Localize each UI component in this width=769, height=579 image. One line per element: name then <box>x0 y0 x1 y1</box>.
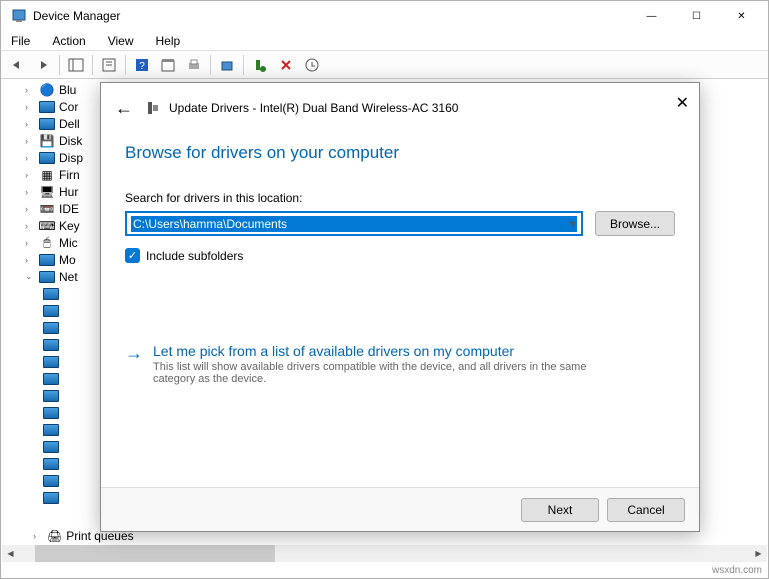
adapter-icon <box>43 424 59 436</box>
enable-icon[interactable] <box>248 53 272 77</box>
adapter-icon <box>43 492 59 504</box>
computer-icon <box>39 99 55 115</box>
printer-icon: 🖨 <box>47 529 62 543</box>
menu-view[interactable]: View <box>104 32 138 50</box>
disk-icon: 💾 <box>39 133 55 149</box>
monitor-icon <box>39 252 55 268</box>
next-button[interactable]: Next <box>521 498 599 522</box>
adapter-icon <box>43 390 59 402</box>
print-icon[interactable] <box>182 53 206 77</box>
update-drivers-dialog: ← Update Drivers - Intel(R) Dual Band Wi… <box>100 82 700 532</box>
disable-icon[interactable] <box>274 53 298 77</box>
adapter-icon <box>43 441 59 453</box>
help-icon[interactable]: ? <box>130 53 154 77</box>
horizontal-scrollbar[interactable]: ◀ ▶ <box>2 545 767 562</box>
adapter-icon <box>43 373 59 385</box>
action-icon[interactable] <box>156 53 180 77</box>
hid-icon: 🖥 <box>39 184 55 200</box>
adapter-icon <box>43 288 59 300</box>
menubar: File Action View Help <box>1 31 768 51</box>
minimize-button[interactable]: — <box>629 1 674 31</box>
menu-file[interactable]: File <box>7 32 34 50</box>
pick-title: Let me pick from a list of available dri… <box>153 343 593 359</box>
dialog-back-button[interactable]: ← <box>115 98 133 119</box>
search-location-label: Search for drivers in this location: <box>125 191 675 205</box>
network-icon <box>39 269 55 285</box>
adapter-icon <box>43 356 59 368</box>
menu-action[interactable]: Action <box>48 32 89 50</box>
menu-help[interactable]: Help <box>152 32 185 50</box>
include-subfolders-checkbox[interactable]: ✓ <box>125 248 140 263</box>
uninstall-icon[interactable] <box>300 53 324 77</box>
svg-text:?: ? <box>139 61 145 72</box>
cancel-button[interactable]: Cancel <box>607 498 685 522</box>
dialog-title: Update Drivers - Intel(R) Dual Band Wire… <box>169 101 458 115</box>
ide-icon: 📼 <box>39 201 55 217</box>
close-button[interactable]: ✕ <box>719 1 764 31</box>
firmware-icon: ▦ <box>39 167 55 183</box>
chevron-down-icon[interactable]: ▼ <box>568 219 577 229</box>
pick-from-list-option[interactable]: → Let me pick from a list of available d… <box>125 343 675 385</box>
device-icon <box>145 100 161 116</box>
adapter-icon <box>43 475 59 487</box>
arrow-right-icon: → <box>125 343 143 385</box>
display-icon <box>39 150 55 166</box>
titlebar: Device Manager — ☐ ✕ <box>1 1 768 31</box>
browse-button[interactable]: Browse... <box>595 211 675 236</box>
toolbar: ? <box>1 51 768 79</box>
adapter-icon <box>43 407 59 419</box>
show-hide-icon[interactable] <box>64 53 88 77</box>
back-icon[interactable] <box>5 53 29 77</box>
path-input[interactable] <box>131 216 577 232</box>
dialog-close-button[interactable]: ✕ <box>676 93 689 113</box>
scroll-right-icon[interactable]: ▶ <box>750 545 767 562</box>
scan-icon[interactable] <box>215 53 239 77</box>
mouse-icon: 🖱 <box>39 235 55 251</box>
scroll-left-icon[interactable]: ◀ <box>2 545 19 562</box>
path-combobox[interactable]: ▼ <box>125 211 583 236</box>
pick-description: This list will show available drivers co… <box>153 361 593 385</box>
include-subfolders-label: Include subfolders <box>146 249 243 263</box>
adapter-icon <box>43 305 59 317</box>
scroll-thumb[interactable] <box>35 545 275 562</box>
window-title: Device Manager <box>33 9 629 23</box>
dialog-heading: Browse for drivers on your computer <box>125 143 675 163</box>
adapter-icon <box>43 322 59 334</box>
properties-icon[interactable] <box>97 53 121 77</box>
app-icon <box>11 8 27 24</box>
bluetooth-icon: 🔵 <box>39 82 55 98</box>
adapter-icon <box>43 339 59 351</box>
forward-icon[interactable] <box>31 53 55 77</box>
keyboard-icon: ⌨ <box>39 218 55 234</box>
computer-icon <box>39 116 55 132</box>
watermark: wsxdn.com <box>712 565 762 576</box>
maximize-button[interactable]: ☐ <box>674 1 719 31</box>
adapter-icon <box>43 458 59 470</box>
